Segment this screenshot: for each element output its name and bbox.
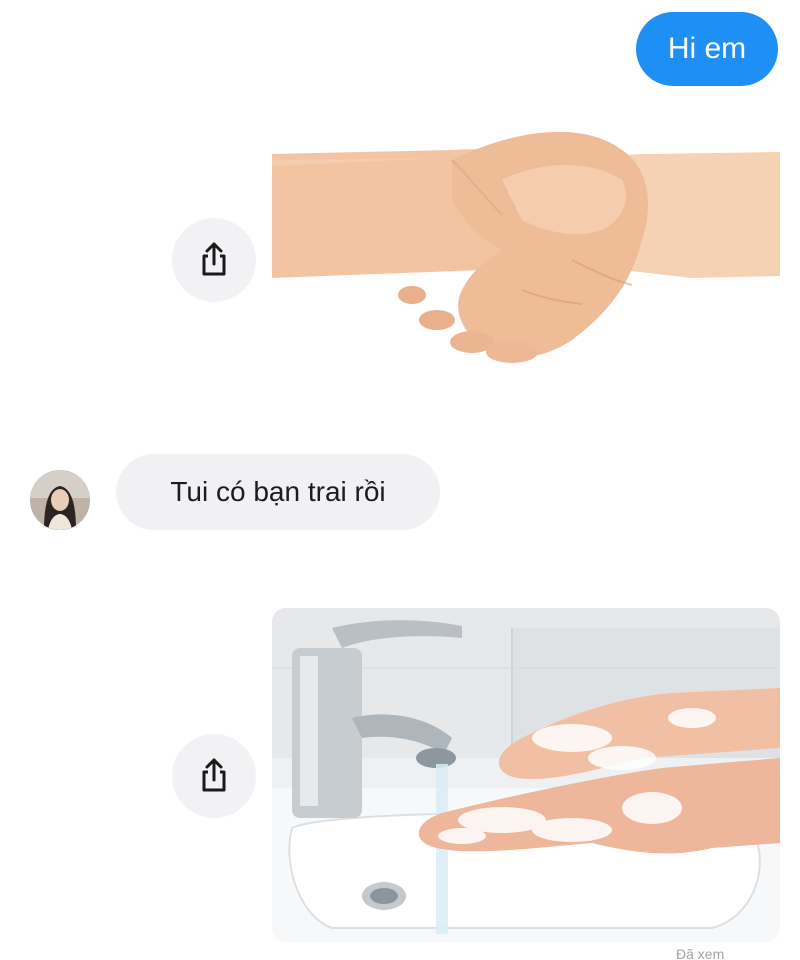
avatar-photo: [30, 470, 90, 530]
avatar[interactable]: [30, 470, 90, 530]
incoming-message-bubble[interactable]: Tui có bạn trai rồi: [116, 454, 440, 530]
handwashing-photo[interactable]: [272, 608, 780, 942]
share-button[interactable]: [172, 734, 256, 818]
share-button[interactable]: [172, 218, 256, 302]
share-icon: [202, 242, 226, 276]
outgoing-message-bubble[interactable]: Hi em: [636, 12, 778, 86]
message-text: Tui có bạn trai rồi: [170, 476, 386, 507]
seen-status: Đã xem: [676, 946, 725, 960]
share-icon: [202, 758, 226, 792]
handshake-photo[interactable]: [272, 120, 780, 372]
message-text: Hi em: [667, 32, 747, 65]
